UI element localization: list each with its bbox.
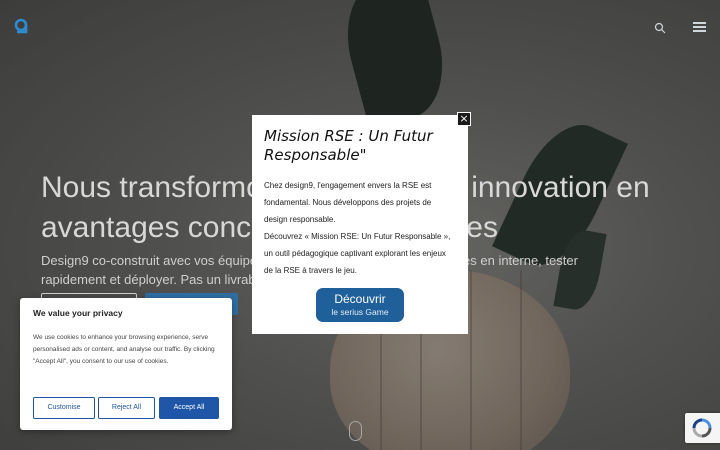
reject-all-button[interactable]: Reject All [98,397,155,419]
modal-body: Chez design9, l'engagement envers la RSE… [264,177,456,279]
decouvrir-button-sublabel: le serius Game [331,307,389,317]
customise-button[interactable]: Customise [33,397,95,419]
rse-modal: Mission RSE : Un Futur Responsable" Chez… [252,115,468,334]
recaptcha-icon [692,418,712,438]
cookie-title: We value your privacy [33,308,123,318]
accept-all-button[interactable]: Accept All [159,397,219,419]
modal-paragraph: Chez design9, l'engagement envers la RSE… [264,181,432,224]
scroll-indicator-icon[interactable] [349,421,362,441]
search-icon[interactable] [654,22,666,34]
hamburger-menu-icon[interactable] [693,22,706,32]
recaptcha-badge[interactable] [685,413,720,443]
modal-paragraph: Découvrez « Mission RSE: Un Futur Respon… [264,232,451,275]
design9-logo-icon[interactable] [14,18,30,36]
decouvrir-button[interactable]: Découvrir le serius Game [316,288,404,322]
cookie-text: We use cookies to enhance your browsing … [33,334,215,365]
cookie-consent-panel: We value your privacy We use cookies to … [20,298,232,430]
decouvrir-button-label: Découvrir [334,292,386,306]
close-icon[interactable]: × [457,112,471,126]
modal-title: Mission RSE : Un Futur Responsable" [264,127,433,164]
